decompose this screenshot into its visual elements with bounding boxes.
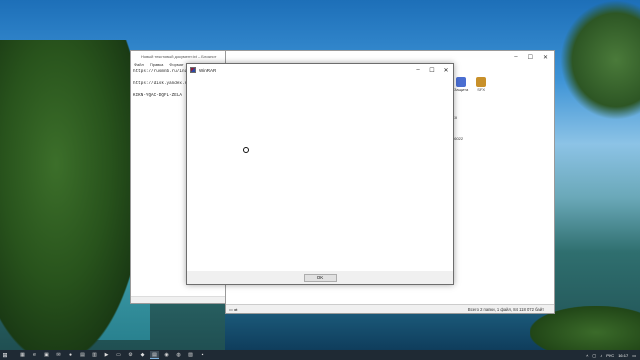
- sfx-archive-icon: [476, 77, 487, 87]
- clock[interactable]: 16:17: [618, 353, 628, 358]
- taskbar: ⊞ ▦ e ▣ ✉ ● ▤ ▥ ▶ ▭ ⚙ ◆ ▤ ◉ ◍ ▨ ▪ ˄ ▢ ♪ …: [0, 350, 640, 360]
- toolbar-protect-label: Защита: [454, 87, 469, 92]
- ok-button[interactable]: OK: [303, 273, 337, 282]
- menu-edit[interactable]: Правка: [150, 62, 164, 69]
- notepad-title: Новый текстовый документ.txt – Блокнот: [141, 54, 217, 59]
- mail-icon[interactable]: ✉: [54, 351, 63, 359]
- system-tray: ˄ ▢ ♪ РУС 16:17 ▭: [586, 353, 640, 358]
- taskbar-apps: ▦ e ▣ ✉ ● ▤ ▥ ▶ ▭ ⚙ ◆ ▤ ◉ ◍ ▨ ▪: [18, 351, 207, 359]
- game-icon[interactable]: ◆: [138, 351, 147, 359]
- wallpaper-trees-top-right: [560, 0, 640, 120]
- winrar-dialog[interactable]: WinRAR – ☐ ✕ OK: [186, 63, 454, 285]
- status-summary: Всего 2 папки, 1 файл, 84 118 072 байт: [467, 306, 544, 312]
- terminal-icon[interactable]: ▪: [198, 351, 207, 359]
- media-icon[interactable]: ▶: [102, 351, 111, 359]
- folder-icon[interactable]: ▭: [114, 351, 123, 359]
- winrar-statusbar: ▭ ⇄ Всего 2 папки, 1 файл, 84 118 072 ба…: [226, 304, 554, 313]
- wallpaper-tree-left: [0, 40, 140, 350]
- maximize-icon[interactable]: ☐: [528, 54, 533, 61]
- winrar-toolbar: Защита SFX: [454, 77, 487, 92]
- winrar-titlebar: – ☐ ✕: [226, 51, 554, 63]
- network-icon[interactable]: ▢: [592, 353, 596, 358]
- drive-icon: ▭ ⇄: [229, 306, 238, 312]
- dialog-title: WinRAR: [199, 67, 217, 73]
- minimize-icon[interactable]: –: [514, 54, 517, 60]
- start-windows-icon[interactable]: ⊞: [0, 350, 10, 360]
- loading-spinner-icon: [243, 147, 249, 153]
- toolbar-sfx-label: SFX: [477, 87, 486, 92]
- shield-icon: [456, 77, 467, 87]
- language-indicator[interactable]: РУС: [606, 353, 614, 358]
- notepad-icon[interactable]: ▥: [90, 351, 99, 359]
- edge-icon[interactable]: e: [30, 351, 39, 359]
- discord-icon[interactable]: ◉: [162, 351, 171, 359]
- menu-format[interactable]: Формат: [169, 62, 183, 69]
- toolbar-protect-button[interactable]: Защита: [454, 77, 468, 92]
- maximize-icon[interactable]: ☐: [425, 64, 439, 76]
- photos-icon[interactable]: ▨: [186, 351, 195, 359]
- toolbar-sfx-button[interactable]: SFX: [476, 77, 487, 92]
- dialog-titlebar: WinRAR – ☐ ✕: [187, 64, 453, 76]
- store-icon[interactable]: ▣: [42, 351, 51, 359]
- steam-icon[interactable]: ◍: [174, 351, 183, 359]
- winrar-icon[interactable]: ▤: [78, 351, 87, 359]
- notepad-statusbar: [131, 296, 227, 303]
- chrome-icon[interactable]: ●: [66, 351, 75, 359]
- dialog-content: [187, 76, 453, 271]
- settings-icon[interactable]: ⚙: [126, 351, 135, 359]
- minimize-icon[interactable]: –: [411, 64, 425, 76]
- dialog-footer: OK: [187, 271, 453, 284]
- close-icon[interactable]: ✕: [439, 64, 453, 76]
- menu-file[interactable]: Файл: [134, 62, 144, 69]
- tray-chevron-icon[interactable]: ˄: [586, 353, 588, 358]
- volume-icon[interactable]: ♪: [600, 353, 602, 358]
- winrar-active-icon[interactable]: ▤: [150, 351, 159, 359]
- file-explorer-icon[interactable]: ▦: [18, 351, 27, 359]
- close-icon[interactable]: ✕: [543, 54, 548, 61]
- notifications-icon[interactable]: ▭: [632, 353, 636, 358]
- winrar-app-icon: [190, 67, 196, 73]
